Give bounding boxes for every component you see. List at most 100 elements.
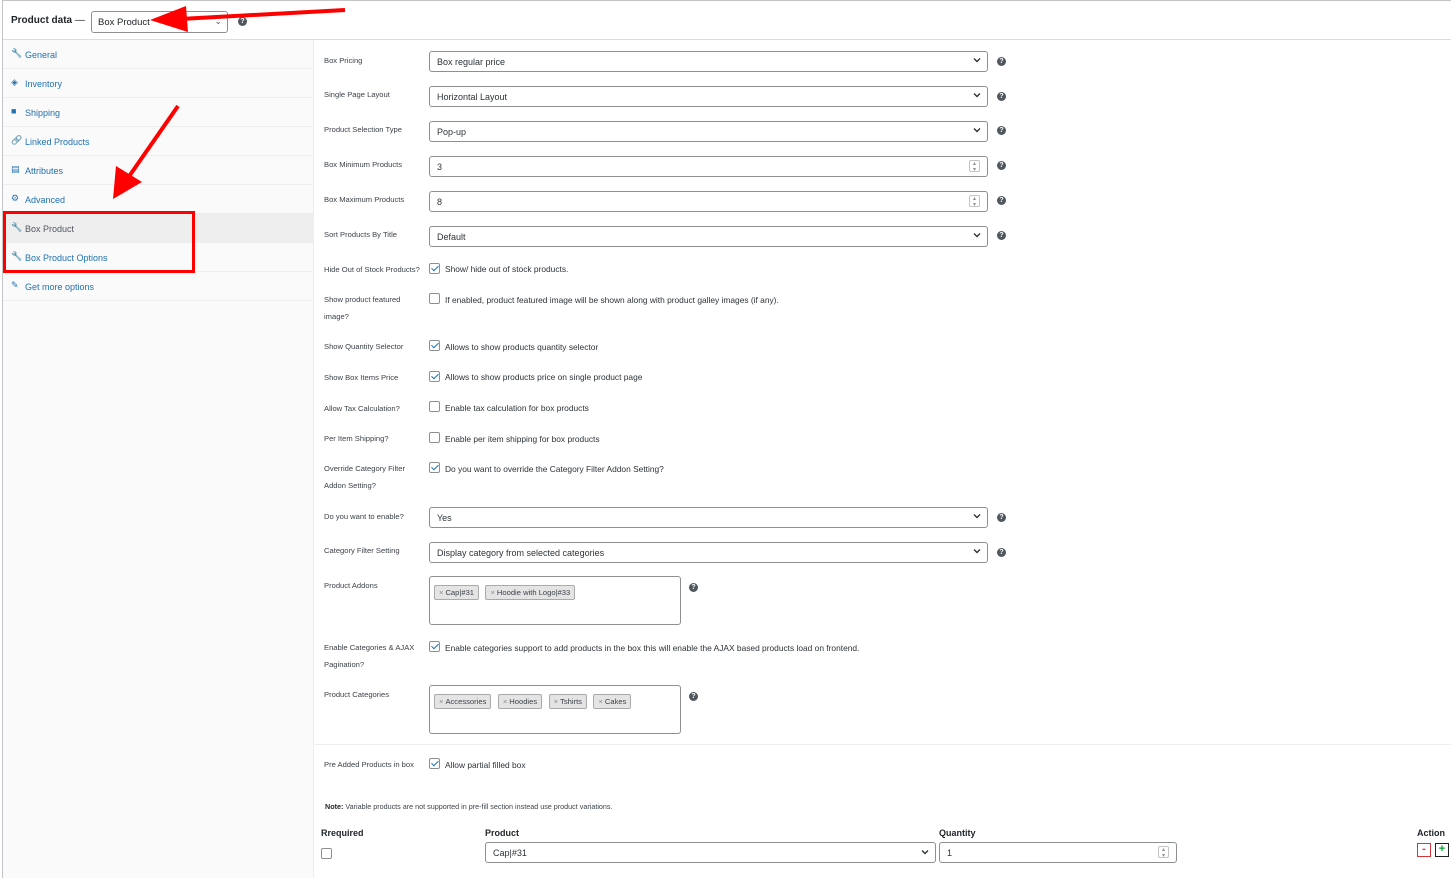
box-max-value: 8 bbox=[437, 197, 443, 207]
sort-by-title-select[interactable]: Default bbox=[429, 226, 988, 247]
box-min-value: 3 bbox=[437, 162, 443, 172]
help-icon[interactable]: ? bbox=[997, 548, 1006, 557]
addon-tag[interactable]: × Hoodie with Logo|#33 bbox=[485, 585, 576, 600]
addon-tag[interactable]: × Cap|#31 bbox=[434, 585, 480, 600]
product-type-select[interactable]: Box Product ⌄ bbox=[91, 11, 228, 33]
product-categories-multiselect[interactable]: × Accessories × Hoodies × Tshirts × Cakes bbox=[429, 685, 681, 734]
sort-by-title-label: Sort Products By Title bbox=[324, 230, 398, 239]
pre-added-checkbox[interactable] bbox=[429, 758, 440, 769]
sort-by-title-value: Default bbox=[437, 232, 466, 242]
tag-icon: ◈ bbox=[11, 77, 18, 87]
help-icon[interactable]: ? bbox=[997, 513, 1006, 522]
note-label: Note: bbox=[325, 802, 344, 811]
annotation-highlight-box bbox=[3, 211, 195, 273]
tab-shipping[interactable]: ■ Shipping bbox=[3, 98, 314, 127]
want-to-enable-label: Do you want to enable? bbox=[324, 512, 404, 521]
prefill-product-select[interactable]: Cap|#31 bbox=[485, 842, 936, 863]
title-dash: — bbox=[74, 15, 85, 26]
tab-attributes[interactable]: ▤ Attributes bbox=[3, 156, 314, 185]
show-featured-checkbox[interactable] bbox=[429, 293, 440, 304]
allow-tax-checkbox[interactable] bbox=[429, 401, 440, 412]
list-icon: ▤ bbox=[11, 164, 20, 174]
add-row-button[interactable]: + bbox=[1435, 843, 1449, 857]
note-text: Variable products are not supported in p… bbox=[343, 802, 613, 811]
show-items-price-checkbox[interactable] bbox=[429, 371, 440, 382]
number-spinner-icon[interactable]: ▴ ▾ bbox=[969, 195, 980, 208]
product-type-value: Box Product bbox=[98, 17, 150, 28]
category-tag[interactable]: × Hoodies bbox=[497, 694, 543, 709]
box-max-label: Box Maximum Products bbox=[324, 195, 405, 204]
pre-added-label: Pre Added Products in box bbox=[324, 760, 414, 769]
help-icon[interactable]: ? bbox=[997, 57, 1006, 66]
remove-tag-icon[interactable]: × bbox=[503, 697, 507, 706]
help-icon[interactable]: ? bbox=[997, 161, 1006, 170]
show-qty-selector-text: Allows to show products quantity selecto… bbox=[445, 342, 599, 352]
category-tag[interactable]: × Accessories bbox=[434, 694, 492, 709]
override-category-filter-checkbox[interactable] bbox=[429, 462, 440, 473]
remove-row-button[interactable]: - bbox=[1417, 843, 1431, 857]
remove-tag-icon[interactable]: × bbox=[554, 697, 558, 706]
tab-label: Get more options bbox=[25, 282, 95, 292]
tab-general[interactable]: 🔧 General bbox=[3, 40, 314, 69]
tab-advanced[interactable]: ⚙ Advanced bbox=[3, 185, 314, 214]
remove-tag-icon[interactable]: × bbox=[439, 588, 443, 597]
help-icon[interactable]: ? bbox=[238, 17, 247, 26]
chevron-down-icon: ⌄ bbox=[214, 16, 222, 26]
show-featured-label: Show product featured image? bbox=[324, 295, 401, 321]
pre-added-text: Allow partial filled box bbox=[445, 760, 526, 770]
product-selection-type-value: Pop-up bbox=[437, 127, 467, 137]
chevron-down-icon bbox=[973, 58, 981, 63]
box-max-input[interactable]: 8 ▴ ▾ bbox=[429, 191, 988, 212]
per-item-shipping-checkbox[interactable] bbox=[429, 432, 440, 443]
chevron-down-icon bbox=[973, 233, 981, 238]
tab-label: General bbox=[25, 50, 58, 60]
per-item-shipping-text: Enable per item shipping for box product… bbox=[445, 434, 600, 444]
product-data-tabs: 🔧 General ◈ Inventory ■ Shipping 🔗 Linke… bbox=[3, 40, 314, 878]
help-icon[interactable]: ? bbox=[997, 231, 1006, 240]
help-icon[interactable]: ? bbox=[997, 126, 1006, 135]
link-icon: 🔗 bbox=[11, 135, 23, 145]
enable-categories-ajax-checkbox[interactable] bbox=[429, 641, 440, 652]
want-to-enable-select[interactable]: Yes bbox=[429, 507, 988, 528]
tab-inventory[interactable]: ◈ Inventory bbox=[3, 69, 314, 98]
help-icon[interactable]: ? bbox=[997, 196, 1006, 205]
chevron-down-icon bbox=[973, 128, 981, 133]
tab-label: Advanced bbox=[25, 195, 66, 205]
required-checkbox[interactable] bbox=[321, 848, 332, 859]
product-addons-multiselect[interactable]: × Cap|#31 × Hoodie with Logo|#33 bbox=[429, 576, 681, 625]
show-qty-selector-checkbox[interactable] bbox=[429, 340, 440, 351]
help-icon[interactable]: ? bbox=[689, 692, 698, 701]
tab-linked-products[interactable]: 🔗 Linked Products bbox=[3, 127, 314, 156]
prefill-quantity-input[interactable]: 1 ▴ ▾ bbox=[939, 842, 1177, 863]
help-icon[interactable]: ? bbox=[997, 92, 1006, 101]
tab-label: Inventory bbox=[25, 79, 63, 89]
box-min-input[interactable]: 3 ▴ ▾ bbox=[429, 156, 988, 177]
number-spinner-icon[interactable]: ▴ ▾ bbox=[969, 160, 980, 173]
product-selection-type-select[interactable]: Pop-up bbox=[429, 121, 988, 142]
box-product-panel: Box Pricing Box regular price ? Single P… bbox=[315, 40, 1451, 878]
hide-out-of-stock-checkbox[interactable] bbox=[429, 263, 440, 274]
help-icon[interactable]: ? bbox=[689, 583, 698, 592]
category-tag[interactable]: × Cakes bbox=[593, 694, 632, 709]
remove-tag-icon[interactable]: × bbox=[490, 588, 494, 597]
single-page-layout-select[interactable]: Horizontal Layout bbox=[429, 86, 988, 107]
chevron-down-icon bbox=[973, 514, 981, 519]
truck-icon: ■ bbox=[11, 106, 17, 116]
remove-tag-icon[interactable]: × bbox=[439, 697, 443, 706]
category-filter-setting-select[interactable]: Display category from selected categorie… bbox=[429, 542, 988, 563]
section-divider bbox=[315, 744, 1451, 745]
enable-categories-ajax-label: Enable Categories & AJAX Pagination? bbox=[324, 643, 415, 669]
box-pricing-select[interactable]: Box regular price bbox=[429, 51, 988, 72]
remove-tag-icon[interactable]: × bbox=[598, 697, 602, 706]
category-filter-setting-label: Category Filter Setting bbox=[324, 546, 400, 555]
tab-label: Linked Products bbox=[25, 137, 90, 147]
product-selection-type-label: Product Selection Type bbox=[324, 125, 402, 134]
tab-get-more-options[interactable]: ✎ Get more options bbox=[3, 272, 314, 301]
category-tag[interactable]: × Tshirts bbox=[548, 694, 587, 709]
gear-icon: ⚙ bbox=[11, 193, 20, 203]
box-min-label: Box Minimum Products bbox=[324, 160, 403, 169]
number-spinner-icon[interactable]: ▴ ▾ bbox=[1158, 846, 1169, 859]
product-data-title-text: Product data bbox=[11, 15, 73, 26]
enable-categories-ajax-text: Enable categories support to add product… bbox=[445, 643, 860, 653]
box-pricing-value: Box regular price bbox=[437, 57, 506, 67]
